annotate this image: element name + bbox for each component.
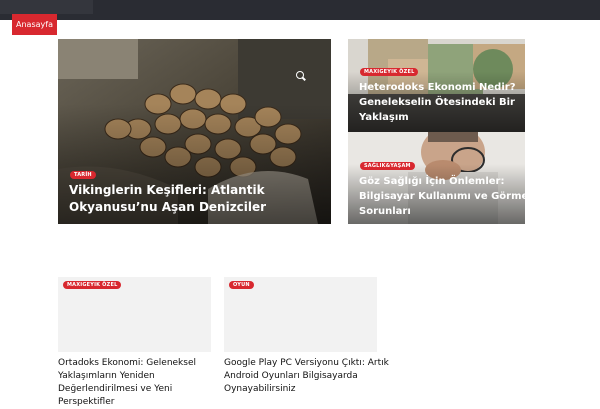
list-item-category-badge[interactable]: OYUN — [229, 281, 254, 289]
featured-card[interactable]: TARİH Vikinglerin Keşifleri: Atlantik Ok… — [58, 39, 331, 224]
list-item-category-badge[interactable]: MAXIGEYIK ÖZEL — [63, 281, 122, 289]
featured-title[interactable]: Vikinglerin Keşifleri: Atlantik Okyanusu… — [69, 182, 319, 216]
side-top-card[interactable]: MAXIGEYIK ÖZEL Heterodoks Ekonomi Nedir?… — [348, 39, 525, 132]
list-item-title[interactable]: Google Play PC Versiyonu Çıktı: Artık An… — [224, 357, 389, 396]
top-bar-left-block — [0, 0, 93, 14]
side-bottom-title[interactable]: Göz Sağlığı İçin Önlemler: Bilgisayar Ku… — [359, 174, 525, 219]
search-icon[interactable] — [296, 71, 304, 79]
side-top-category-badge[interactable]: MAXIGEYIK ÖZEL — [360, 68, 419, 76]
side-top-title[interactable]: Heterodoks Ekonomi Nedir? Genelekselin Ö… — [359, 80, 519, 125]
side-bottom-card[interactable]: SAĞLIK&YAŞAM Göz Sağlığı İçin Önlemler: … — [348, 132, 525, 224]
featured-category-badge[interactable]: TARİH — [70, 171, 96, 179]
nav-home-tab[interactable]: Anasayfa — [12, 14, 57, 35]
list-item-title[interactable]: Ortadoks Ekonomi: Geleneksel Yaklaşımlar… — [58, 357, 218, 409]
side-bottom-category-badge[interactable]: SAĞLIK&YAŞAM — [360, 162, 415, 170]
